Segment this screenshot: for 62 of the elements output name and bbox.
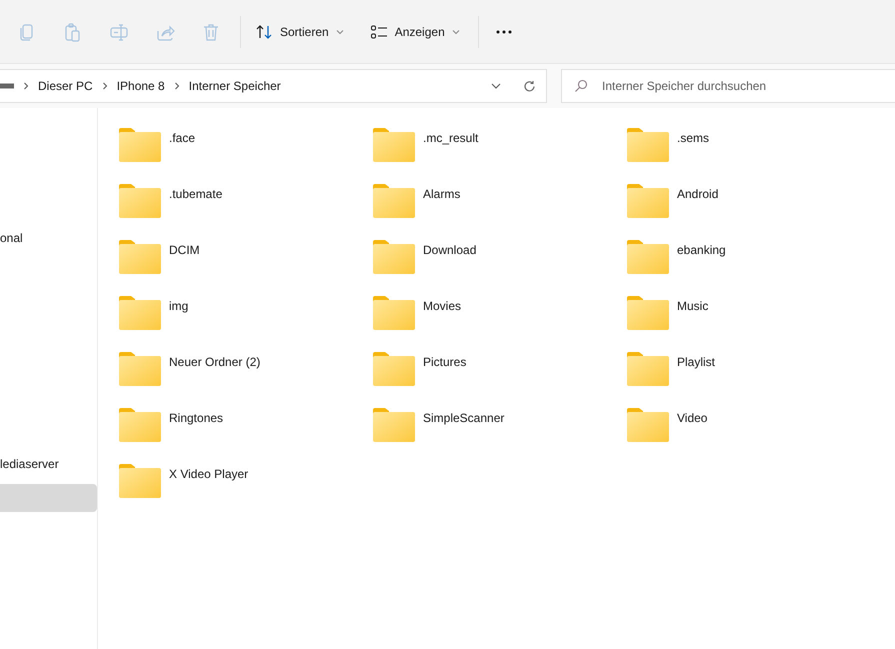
folder-name[interactable]: .tubemate: [169, 185, 222, 203]
folder-name[interactable]: Music: [677, 297, 708, 315]
folder-name[interactable]: DCIM: [169, 241, 200, 259]
sort-arrows-icon: [255, 22, 273, 40]
folder-name[interactable]: Alarms: [423, 185, 460, 203]
folder-icon: [119, 352, 161, 386]
folder-icon: [627, 128, 669, 162]
trash-icon: [201, 22, 221, 42]
rename-icon: [109, 22, 129, 42]
list-view-icon: [370, 22, 388, 40]
folder-name[interactable]: img: [169, 297, 188, 315]
folder-name[interactable]: .sems: [677, 129, 710, 147]
folder-icon: [373, 184, 415, 218]
chevron-right-icon: [174, 82, 180, 90]
sidebar-item[interactable]: onal: [0, 224, 97, 252]
folder-name[interactable]: Video: [677, 409, 708, 427]
folder-name[interactable]: Pictures: [423, 353, 466, 371]
folder-name[interactable]: Neuer Ordner (2): [169, 353, 260, 371]
more-icon: [496, 30, 512, 34]
chevron-right-icon: [102, 82, 108, 90]
address-bar[interactable]: Dieser PC IPhone 8 Interner Speicher: [0, 69, 547, 103]
refresh-icon: [523, 80, 536, 92]
sidebar-item[interactable]: [0, 484, 97, 512]
folder-name[interactable]: Playlist: [677, 353, 716, 371]
folder-icon: [119, 464, 161, 498]
folder-name[interactable]: ebanking: [677, 241, 726, 259]
folder-icon: [373, 240, 415, 274]
chevron-down-icon: [336, 28, 344, 34]
chevron-down-icon: [491, 83, 501, 89]
folder-icon: [119, 240, 161, 274]
sort-menu-button[interactable]: Sortieren: [247, 14, 352, 50]
folder-name[interactable]: SimpleScanner: [423, 409, 504, 427]
search-icon: [574, 79, 588, 93]
folder-icon: [373, 296, 415, 330]
drive-icon: [0, 83, 14, 89]
breadcrumb[interactable]: Interner Speicher: [188, 77, 281, 95]
folder-name[interactable]: X Video Player: [169, 465, 248, 483]
folder-name[interactable]: .mc_result: [423, 129, 478, 147]
chevron-right-icon: [23, 82, 29, 90]
folder-name[interactable]: Movies: [423, 297, 462, 315]
folder-icon: [627, 296, 669, 330]
folder-icon: [119, 296, 161, 330]
folder-icon: [627, 184, 669, 218]
chevron-down-icon: [452, 28, 460, 34]
folder-icon: [373, 128, 415, 162]
folder-icon: [373, 352, 415, 386]
folder-icon: [627, 408, 669, 442]
folder-name[interactable]: .face: [169, 129, 196, 147]
folder-name[interactable]: Download: [423, 241, 476, 259]
search-field[interactable]: Interner Speicher durchsuchen: [561, 69, 895, 103]
folder-name[interactable]: Ringtones: [169, 409, 224, 427]
folder-icon: [119, 128, 161, 162]
folder-icon: [119, 408, 161, 442]
folder-icon: [627, 352, 669, 386]
folder-icon: [373, 408, 415, 442]
folder-name[interactable]: Android: [677, 185, 718, 203]
view-menu-button[interactable]: Anzeigen: [362, 14, 468, 50]
breadcrumb[interactable]: Dieser PC: [38, 77, 93, 95]
breadcrumb[interactable]: IPhone 8: [116, 77, 165, 95]
folder-icon: [119, 184, 161, 218]
folder-icon: [627, 240, 669, 274]
sidebar-item[interactable]: lediaserver: [0, 450, 97, 478]
